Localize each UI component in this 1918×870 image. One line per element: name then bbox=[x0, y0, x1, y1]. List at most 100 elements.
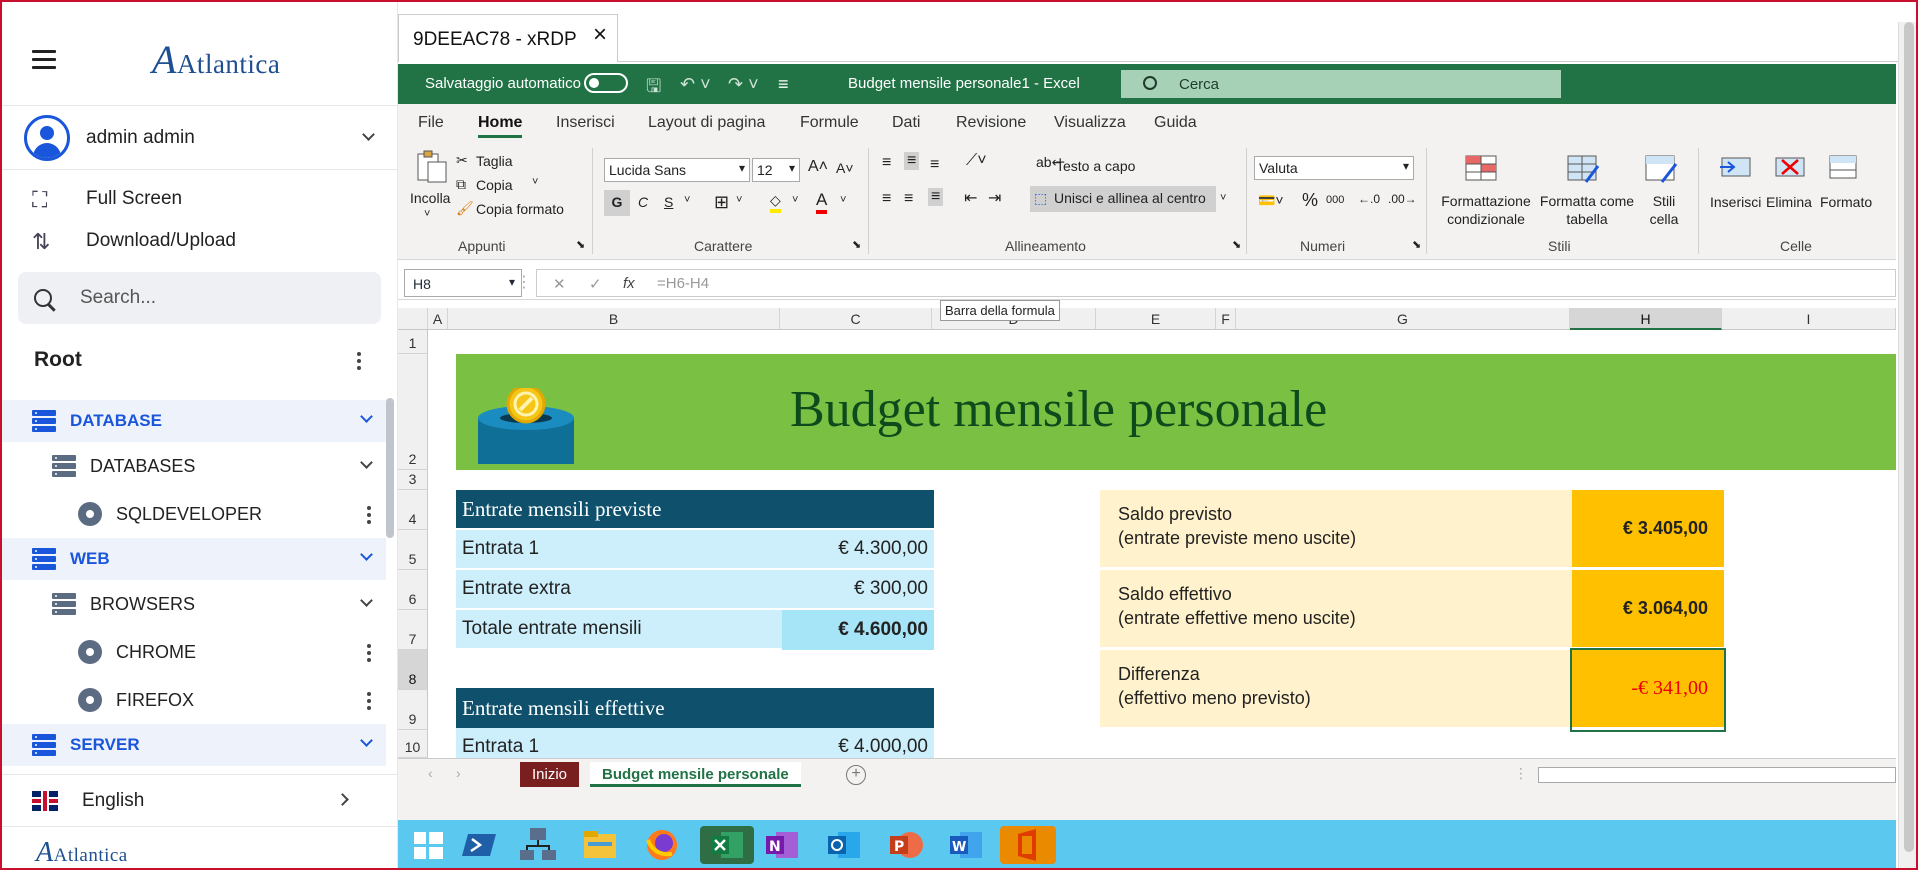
windows-start-icon[interactable] bbox=[408, 826, 448, 864]
autosave-toggle[interactable] bbox=[584, 73, 628, 93]
file-explorer-icon[interactable] bbox=[580, 826, 620, 864]
format-cells-button[interactable]: Formato bbox=[1820, 194, 1872, 210]
fullscreen-button[interactable]: ⛶ Full Screen bbox=[2, 178, 397, 220]
insert-function-icon[interactable]: fx bbox=[623, 275, 635, 292]
chevron-down-icon[interactable] bbox=[360, 594, 373, 607]
column-header[interactable]: C bbox=[780, 308, 932, 330]
format-as-table-button[interactable]: Formatta come tabella bbox=[1538, 192, 1636, 228]
tab-file[interactable]: File bbox=[418, 114, 444, 132]
row-header[interactable]: 1 bbox=[398, 330, 428, 354]
paste-button[interactable]: Incolla bbox=[410, 190, 450, 206]
merge-dropdown-icon[interactable]: ˅ bbox=[1220, 192, 1226, 204]
decrease-decimal-icon[interactable]: .00→ bbox=[1388, 192, 1417, 206]
actual-income-header[interactable]: Entrate mensili effettive bbox=[456, 688, 934, 728]
dialog-launcher-icon[interactable]: ⬊ bbox=[576, 238, 585, 251]
powershell-icon[interactable] bbox=[460, 826, 500, 864]
customize-qat-icon[interactable]: ≡ bbox=[778, 74, 789, 95]
tree-folder-databases[interactable]: DATABASES bbox=[2, 442, 386, 490]
excel-search-input[interactable]: Cerca bbox=[1121, 70, 1561, 98]
dialog-launcher-icon[interactable]: ⬊ bbox=[1232, 238, 1241, 251]
outlook-icon[interactable] bbox=[824, 826, 864, 864]
tab-dati[interactable]: Dati bbox=[892, 114, 920, 132]
cancel-icon[interactable]: ✕ bbox=[553, 275, 566, 293]
thousands-separator-icon[interactable]: 000 bbox=[1326, 194, 1344, 206]
dialog-launcher-icon[interactable]: ⬊ bbox=[1412, 238, 1421, 251]
align-right-icon[interactable]: ≡ bbox=[928, 188, 944, 206]
chevron-down-icon[interactable] bbox=[360, 734, 373, 747]
worksheet-grid[interactable]: A B C D E F G H I 1 2 3 4 5 6 7 8 9 10 B… bbox=[398, 308, 1896, 758]
tree-app-chrome[interactable]: CHROME bbox=[2, 628, 386, 676]
bold-button[interactable]: G bbox=[604, 190, 630, 216]
planned-income-header[interactable]: Entrate mensili previste bbox=[456, 490, 934, 528]
paste-dropdown-icon[interactable]: ˅ bbox=[424, 208, 430, 220]
firefox-icon[interactable] bbox=[642, 826, 682, 864]
table-cell[interactable]: € 4.300,00 bbox=[782, 530, 934, 570]
chevron-down-icon[interactable] bbox=[362, 128, 375, 141]
align-left-icon[interactable]: ≡ bbox=[882, 190, 891, 208]
underline-dropdown-icon[interactable]: ˅ bbox=[684, 194, 690, 206]
table-cell[interactable]: Entrata 1 bbox=[456, 728, 782, 758]
formula-input[interactable]: =H6-H4 bbox=[657, 275, 709, 292]
align-top-icon[interactable]: ≡ bbox=[882, 154, 891, 172]
row-header[interactable]: 10 bbox=[398, 730, 428, 758]
row-header-selected[interactable]: 8 bbox=[398, 650, 428, 690]
fill-dropdown-icon[interactable]: ˅ bbox=[792, 194, 798, 206]
table-cell[interactable]: € 300,00 bbox=[782, 570, 934, 610]
network-icon[interactable] bbox=[518, 826, 558, 864]
next-sheet-icon[interactable]: › bbox=[456, 765, 461, 781]
merge-center-button[interactable]: Unisci e allinea al centro bbox=[1030, 186, 1216, 212]
delete-cells-icon[interactable] bbox=[1772, 150, 1806, 184]
underline-button[interactable]: S bbox=[664, 194, 673, 210]
row-header[interactable]: 6 bbox=[398, 570, 428, 610]
tree-group-database[interactable]: DATABASE bbox=[2, 400, 386, 442]
font-grow-icon[interactable]: A˄ bbox=[808, 158, 828, 176]
borders-dropdown-icon[interactable]: ˅ bbox=[736, 194, 742, 206]
powerpoint-icon[interactable]: P bbox=[886, 826, 926, 864]
table-cell[interactable]: € 4.000,00 bbox=[782, 728, 934, 758]
copy-dropdown-icon[interactable]: ˅ bbox=[532, 176, 538, 188]
prev-sheet-icon[interactable]: ‹ bbox=[428, 765, 433, 781]
vertical-scrollbar[interactable] bbox=[1898, 22, 1916, 868]
cut-icon[interactable]: ✂ bbox=[456, 152, 468, 169]
paste-icon[interactable] bbox=[414, 150, 448, 184]
conditional-formatting-icon[interactable] bbox=[1464, 152, 1498, 186]
cut-button[interactable]: Taglia bbox=[476, 153, 513, 169]
number-format-select[interactable]: Valuta bbox=[1254, 156, 1414, 180]
font-size-select[interactable]: 12 bbox=[752, 158, 800, 182]
tree-app-firefox[interactable]: FIREFOX bbox=[2, 676, 386, 724]
more-options-icon[interactable] bbox=[367, 692, 371, 713]
copy-icon[interactable]: ⧉ bbox=[456, 176, 466, 193]
increase-decimal-icon[interactable]: ←.0 bbox=[1358, 192, 1380, 206]
row-header[interactable]: 9 bbox=[398, 690, 428, 730]
user-menu[interactable]: admin admin bbox=[2, 106, 397, 170]
undo-icon[interactable]: ↶ ˅ bbox=[680, 74, 711, 95]
align-bottom-icon[interactable]: ≡ bbox=[930, 156, 939, 174]
confirm-icon[interactable]: ✓ bbox=[589, 275, 602, 293]
tab-revisione[interactable]: Revisione bbox=[956, 114, 1026, 132]
format-painter-button[interactable]: Copia formato bbox=[476, 201, 564, 217]
table-cell[interactable]: Entrate extra bbox=[456, 570, 782, 610]
close-icon[interactable]: × bbox=[593, 21, 607, 49]
borders-icon[interactable]: ⊞ bbox=[714, 192, 729, 213]
sheet-tab-inizio[interactable]: Inizio bbox=[520, 762, 580, 787]
cell-styles-button[interactable]: Stili cella bbox=[1644, 192, 1684, 228]
more-options-icon[interactable] bbox=[367, 644, 371, 665]
session-tab[interactable]: 9DEEAC78 - xRDP × bbox=[398, 14, 618, 62]
column-header[interactable]: E bbox=[1096, 308, 1216, 330]
format-cells-icon[interactable] bbox=[1826, 150, 1860, 184]
cell-styles-icon[interactable] bbox=[1644, 152, 1678, 186]
tab-visualizza[interactable]: Visualizza bbox=[1054, 114, 1126, 132]
currency-format-icon[interactable]: 💳˅ bbox=[1258, 192, 1284, 209]
font-color-dropdown-icon[interactable]: ˅ bbox=[840, 194, 846, 206]
sidebar-scrollbar[interactable] bbox=[386, 398, 394, 538]
tree-group-web[interactable]: WEB bbox=[2, 538, 386, 580]
language-selector[interactable]: English bbox=[2, 774, 398, 826]
dialog-launcher-icon[interactable]: ⬊ bbox=[852, 238, 861, 251]
summary-label[interactable]: Differenza (effettivo meno previsto) bbox=[1100, 650, 1572, 730]
tab-formule[interactable]: Formule bbox=[800, 114, 859, 132]
select-all-corner[interactable] bbox=[398, 308, 428, 330]
tree-group-server[interactable]: SERVER bbox=[2, 724, 386, 766]
tree-folder-browsers[interactable]: BROWSERS bbox=[2, 580, 386, 628]
copy-button[interactable]: Copia bbox=[476, 177, 513, 193]
column-header[interactable]: A bbox=[428, 308, 448, 330]
